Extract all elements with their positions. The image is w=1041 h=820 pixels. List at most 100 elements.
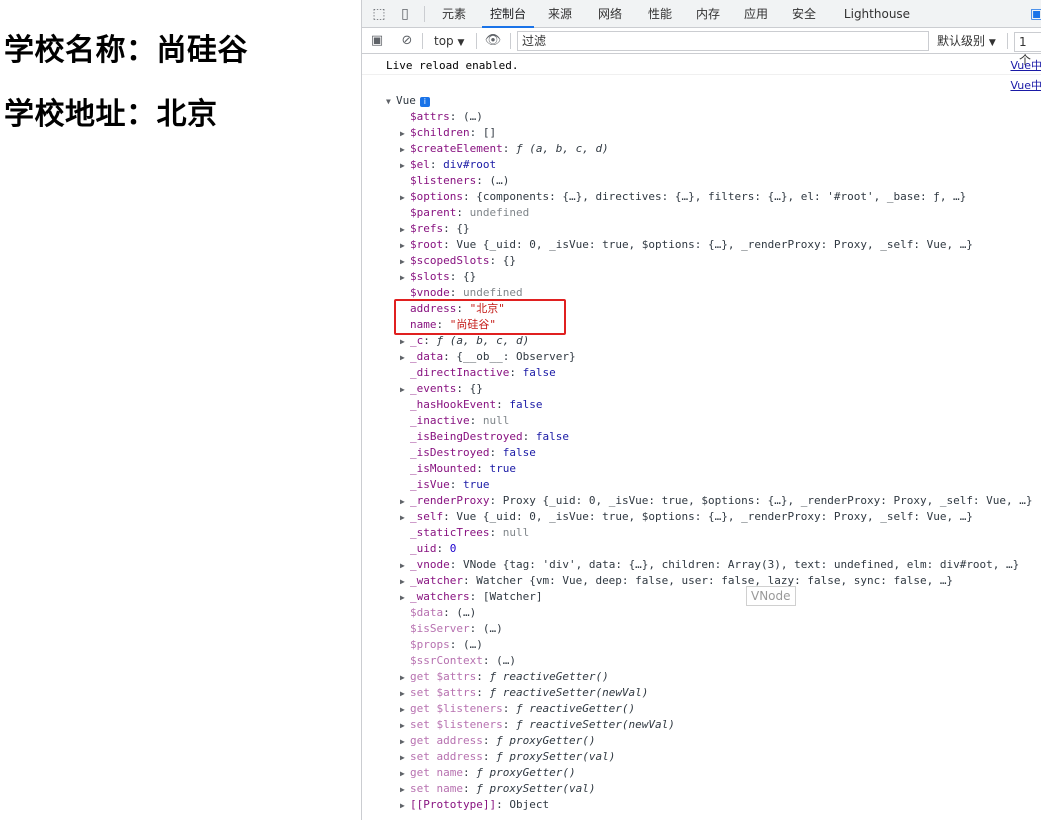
object-property-row[interactable]: ▶ set $listeners: ƒ reactiveSetter(newVal… [400, 717, 675, 733]
property-key: set $listeners [410, 718, 503, 731]
property-key: _directInactive [410, 366, 510, 379]
property-key: _watcher [410, 574, 463, 587]
expand-triangle-icon: ▶ [400, 193, 405, 202]
rendered-page: 学校名称：尚硅谷 学校地址：北京 [0, 0, 361, 820]
object-property-row[interactable]: ▶ get $attrs: ƒ reactiveGetter() [400, 669, 609, 685]
expand-triangle-icon: ▶ [400, 273, 405, 282]
object-property-row[interactable]: ▶ $refs: {} [400, 221, 470, 237]
tab-performance[interactable]: 性能 [640, 0, 680, 28]
object-property-row: _directInactive: false [400, 365, 556, 381]
console-message-source[interactable]: Vue中 [1010, 78, 1041, 94]
property-key: $el [410, 158, 430, 171]
object-property-row[interactable]: ▶ _self: Vue {_uid: 0, _isVue: true, $opt… [400, 509, 973, 525]
property-value: ƒ (a, b, c, d) [515, 142, 609, 155]
property-value: {} [463, 270, 477, 283]
property-value: Watcher {vm: Vue, deep: false, user: fal… [476, 574, 954, 587]
toolbar-divider [510, 33, 511, 49]
object-property-row[interactable]: ▶ get name: ƒ proxyGetter() [400, 765, 576, 781]
log-level-selector[interactable]: 默认级别 ▼ [937, 32, 996, 50]
object-property-row[interactable]: ▶ [[Prototype]]: Object [400, 797, 549, 813]
object-property-row[interactable]: ▶ set $attrs: ƒ reactiveSetter(newVal) [400, 685, 648, 701]
object-property-row[interactable]: ▶ $createElement: ƒ (a, b, c, d) [400, 141, 609, 157]
object-property-row[interactable]: ▶ _watcher: Watcher {vm: Vue, deep: false… [400, 573, 953, 589]
property-colon: : [429, 158, 444, 171]
property-key: $options [410, 190, 463, 203]
object-property-row[interactable]: ▶ set address: ƒ proxySetter(val) [400, 749, 615, 765]
expand-triangle-icon: ▶ [400, 129, 405, 138]
object-property-row: $attrs: (…) [400, 109, 483, 125]
property-colon: : [469, 622, 483, 635]
property-value: ƒ reactiveSetter(newVal) [489, 686, 649, 699]
object-property-row: _uid: 0 [400, 541, 456, 557]
property-value: false [509, 398, 543, 411]
property-colon: : [469, 126, 483, 139]
object-property-row[interactable]: ▶ _c: ƒ (a, b, c, d) [400, 333, 529, 349]
issues-badge-icon[interactable]: ▣ [1030, 5, 1041, 23]
property-colon: : [489, 526, 503, 539]
property-key: _staticTrees [410, 526, 490, 539]
property-colon: : [509, 366, 523, 379]
property-key: _uid [410, 542, 437, 555]
inspect-element-icon[interactable]: ⬚ [370, 5, 388, 23]
device-toolbar-icon[interactable]: ▯ [396, 5, 414, 23]
object-property-row: $props: (…) [400, 637, 483, 653]
property-colon: : [462, 190, 477, 203]
object-property-row[interactable]: ▶ _data: {__ob__: Observer} [400, 349, 576, 365]
expand-triangle-icon: ▶ [400, 769, 405, 778]
object-property-row[interactable]: ▶ _events: {} [400, 381, 483, 397]
eye-icon[interactable]: 👁 [484, 32, 502, 50]
property-colon: : [502, 718, 516, 731]
tab-network[interactable]: 网络 [590, 0, 630, 28]
property-value: 0 [449, 542, 457, 555]
property-value: false [502, 446, 536, 459]
object-property-row[interactable]: ▶ _watchers: [Watcher] [400, 589, 542, 605]
property-colon: : [476, 670, 490, 683]
property-value: (…) [463, 110, 483, 123]
context-selector[interactable]: top ▼ [434, 32, 464, 50]
object-property-row[interactable]: ▶ $slots: {} [400, 269, 476, 285]
console-filter-input[interactable]: 过滤 [517, 31, 929, 51]
property-key: _isMounted [410, 462, 477, 475]
property-key: $props [410, 638, 450, 651]
console-message-source[interactable]: Vue中 [1010, 58, 1041, 74]
object-property-row[interactable]: ▶ _vnode: VNode {tag: 'div', data: {…}, c… [400, 557, 1019, 573]
property-colon: : [462, 574, 477, 587]
tab-lighthouse[interactable]: Lighthouse [836, 0, 918, 28]
property-key: $children [410, 126, 470, 139]
devtools-panel: ⬚ ▯ 元素 控制台 来源 网络 性能 内存 应用 安全 Lighthouse … [361, 0, 1041, 820]
tab-security[interactable]: 安全 [784, 0, 824, 28]
property-key: $listeners [410, 174, 477, 187]
object-property-row[interactable]: ▶ $options: {components: {…}, directives:… [400, 189, 966, 205]
sidebar-toggle-icon[interactable]: ▣ [368, 32, 386, 50]
issues-counter[interactable]: 1 个 [1014, 32, 1041, 67]
property-key: _events [410, 382, 457, 395]
tab-memory[interactable]: 内存 [688, 0, 728, 28]
property-colon: : [469, 590, 483, 603]
toolbar-divider [476, 33, 477, 49]
vue-object-header[interactable]: ▼ Vue i [386, 93, 430, 109]
object-property-row[interactable]: ▶ $root: Vue {_uid: 0, _isVue: true, $opt… [400, 237, 973, 253]
object-property-row[interactable]: ▶ get $listeners: ƒ reactiveGetter() [400, 701, 635, 717]
object-property-row[interactable]: ▶ $scopedSlots: {} [400, 253, 516, 269]
property-colon: : [449, 558, 463, 571]
school-name-heading: 学校名称：尚硅谷 [4, 33, 248, 68]
property-value: undefined [469, 206, 530, 219]
devtools-tabbar: ⬚ ▯ 元素 控制台 来源 网络 性能 内存 应用 安全 Lighthouse … [362, 0, 1041, 28]
expand-triangle-icon: ▶ [400, 721, 405, 730]
clear-console-icon[interactable]: ⊘ [398, 32, 416, 50]
tab-application[interactable]: 应用 [736, 0, 776, 28]
object-property-row[interactable]: ▶ $el: div#root [400, 157, 496, 173]
hover-tooltip: VNode [746, 586, 796, 606]
property-value: Proxy {_uid: 0, _isVue: true, $options: … [502, 494, 1033, 507]
object-property-row[interactable]: ▶ $children: [] [400, 125, 496, 141]
object-property-row[interactable]: ▶ _renderProxy: Proxy {_uid: 0, _isVue: t… [400, 493, 1033, 509]
tab-elements[interactable]: 元素 [432, 0, 476, 28]
object-property-row[interactable]: ▶ set name: ƒ proxySetter(val) [400, 781, 595, 797]
tab-sources[interactable]: 来源 [540, 0, 580, 28]
object-property-row[interactable]: ▶ get address: ƒ proxyGetter() [400, 733, 595, 749]
toolbar-divider [422, 33, 423, 49]
tab-console[interactable]: 控制台 [482, 0, 534, 28]
property-colon: : [502, 142, 516, 155]
toolbar-divider [424, 6, 425, 22]
expand-triangle-icon: ▶ [400, 801, 405, 810]
